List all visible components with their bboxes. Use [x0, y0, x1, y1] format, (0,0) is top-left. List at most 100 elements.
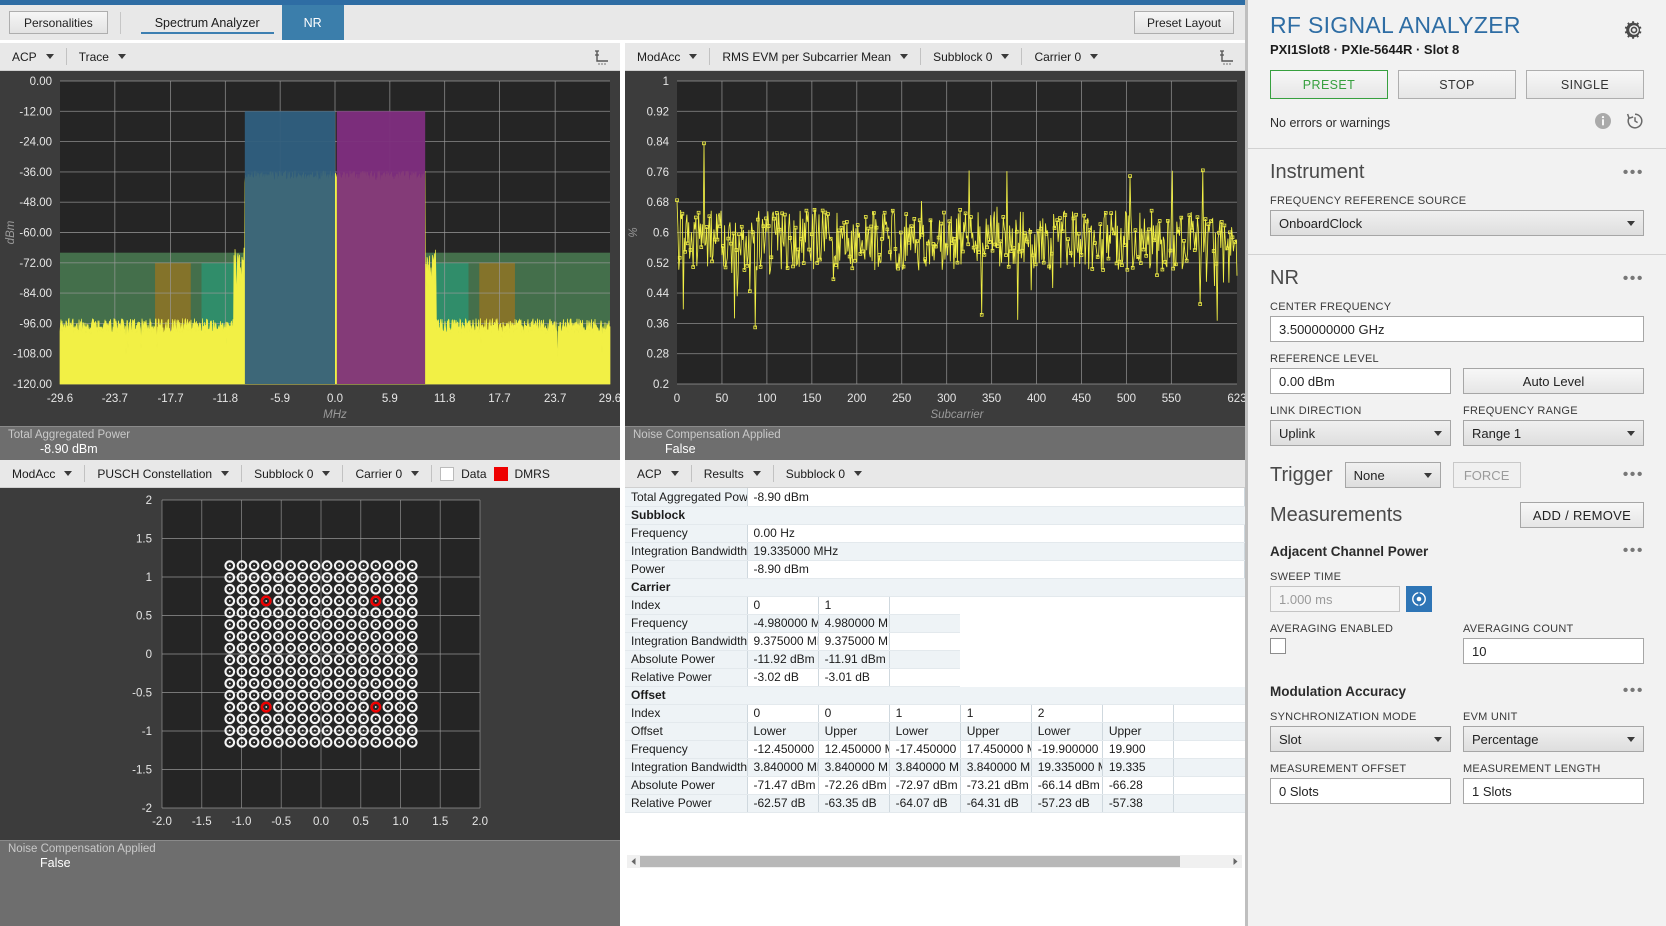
constellation-trace-select[interactable]: PUSCH Constellation: [85, 460, 241, 488]
add-remove-measurements-button[interactable]: ADD / REMOVE: [1520, 502, 1644, 528]
axis-tick-label: -0.5: [271, 816, 291, 828]
preset-button[interactable]: PRESET: [1270, 70, 1388, 99]
acp-more-icon[interactable]: •••: [1623, 542, 1644, 560]
axis-tick-label: -0.5: [132, 688, 152, 700]
axis-tick-label: 0.28: [647, 349, 669, 361]
averaging-enabled-checkbox[interactable]: [1270, 638, 1286, 654]
frequency-range-select[interactable]: Range 1: [1463, 420, 1644, 446]
table-row-label: Offset: [625, 722, 748, 741]
table-cell: -73.21 dBm: [960, 776, 1032, 795]
single-button[interactable]: SINGLE: [1526, 70, 1644, 99]
averaging-count-input[interactable]: 10: [1463, 638, 1644, 664]
table-cell-filler: [1173, 776, 1245, 795]
synchronization-mode-select[interactable]: Slot: [1270, 726, 1451, 752]
transport-buttons: PRESET STOP SINGLE: [1270, 70, 1644, 99]
axis-tick-label: 1.5: [136, 534, 152, 546]
evm-unit-select[interactable]: Percentage: [1463, 726, 1644, 752]
graph-settings-icon[interactable]: [1217, 47, 1237, 67]
center-frequency-input[interactable]: 3.500000000 GHz: [1270, 316, 1644, 342]
table-row: Relative Power -3.02 dB -3.01 dB: [625, 668, 1245, 687]
spectrum-toolbar: ACP Trace: [0, 43, 620, 71]
table-section-label: Offset: [625, 686, 1245, 705]
table-row: Frequency-4.980000 MHz4.980000 MHz: [625, 614, 1245, 633]
graph-settings-icon[interactable]: [592, 47, 612, 67]
scroll-left-arrow[interactable]: [627, 855, 640, 868]
trigger-type-select[interactable]: None: [1344, 462, 1441, 488]
spectrum-trace-select[interactable]: Trace: [67, 43, 138, 71]
table-cell: Upper: [960, 722, 1032, 741]
spectrum-measurement-select[interactable]: ACP: [0, 43, 66, 71]
axis-tick-label: -11.8: [213, 393, 238, 405]
axis-tick-label: -48.00: [19, 197, 52, 209]
table-row: Total Aggregated Power -8.90 dBm: [625, 488, 1245, 507]
constellation-measurement-select[interactable]: ModAcc: [0, 460, 84, 488]
table-row: Frequency 0.00 Hz: [625, 524, 1245, 543]
chevron-down-icon: [1627, 736, 1635, 742]
axis-tick-label: -60.00: [19, 228, 52, 240]
chevron-down-icon: [1434, 736, 1442, 742]
constellation-subblock-select[interactable]: Subblock 0: [242, 460, 342, 488]
instrument-more-icon[interactable]: •••: [1623, 164, 1644, 182]
nr-section-header: NR •••: [1270, 267, 1644, 290]
constellation-footer: Noise Compensation Applied False: [0, 840, 620, 926]
sweep-time-auto-icon[interactable]: [1406, 586, 1432, 612]
trigger-more-icon[interactable]: •••: [1623, 466, 1644, 484]
table-cell: 0.00 Hz: [747, 524, 1245, 543]
constellation-carrier-select[interactable]: Carrier 0: [343, 460, 431, 488]
table-row: Power -8.90 dBm: [625, 560, 1245, 579]
axis-tick-label: 150: [802, 393, 821, 405]
table-cell-filler: [889, 650, 961, 669]
table-cell: 9.375000 MHz: [818, 632, 890, 651]
sweep-time-input[interactable]: 1.000 ms: [1270, 586, 1400, 612]
measurement-offset-input[interactable]: 0 Slots: [1270, 778, 1451, 804]
gear-icon[interactable]: [1624, 20, 1644, 45]
modacc-heading: Modulation Accuracy: [1270, 683, 1407, 699]
table-row-label: Relative Power: [625, 794, 748, 813]
table-cell: 17.450000 MHz: [960, 740, 1032, 759]
spectrum-graph[interactable]: 0.00 -12.00 -24.00 -36.00 -48.00 -60.00 -72.00…: [0, 71, 620, 426]
axis-tick-label: -5.9: [270, 393, 290, 405]
axis-tick-label: 350: [982, 393, 1001, 405]
table-cell: -64.31 dB: [960, 794, 1032, 813]
scrollbar-thumb[interactable]: [640, 856, 1180, 867]
stop-button[interactable]: STOP: [1398, 70, 1516, 99]
auto-level-button[interactable]: Auto Level: [1463, 368, 1644, 394]
table-cell: 1: [818, 596, 890, 615]
legend-swatch-data: [440, 466, 455, 481]
personalities-button[interactable]: Personalities: [9, 11, 108, 34]
modacc-more-icon[interactable]: •••: [1623, 682, 1644, 700]
reference-level-input[interactable]: 0.00 dBm: [1270, 368, 1451, 394]
nr-more-icon[interactable]: •••: [1623, 270, 1644, 288]
evm-carrier-select[interactable]: Carrier 0: [1022, 43, 1110, 71]
scroll-right-arrow[interactable]: [1229, 855, 1242, 868]
toolbar-divider: [119, 11, 121, 34]
table-row: Integration Bandwidth 19.335000 MHz: [625, 542, 1245, 561]
table-row: Integration Bandwidth9.375000 MHz9.37500…: [625, 632, 1245, 651]
info-icon[interactable]: [1594, 112, 1612, 135]
evm-subblock-select[interactable]: Subblock 0: [921, 43, 1021, 71]
preset-layout-button[interactable]: Preset Layout: [1133, 11, 1234, 34]
evm-measurement-select[interactable]: ModAcc: [625, 43, 709, 71]
tab-spectrum-analyzer[interactable]: Spectrum Analyzer: [133, 5, 282, 40]
table-cell: 4.980000 MHz: [818, 614, 890, 633]
link-direction-select[interactable]: Uplink: [1270, 420, 1451, 446]
axis-tick-label: 0.36: [647, 318, 669, 330]
results-view-select[interactable]: Results: [692, 460, 773, 488]
results-horizontal-scrollbar[interactable]: [627, 855, 1242, 868]
table-cell: Lower: [889, 722, 961, 741]
results-view-label: Results: [703, 466, 744, 481]
constellation-graph[interactable]: 2 1.5 1 0.5 0 -0.5 -1 -1.5 -2 -2.0 -1.5 -1.0 -0.5 0.0…: [0, 488, 620, 840]
reference-level-label: REFERENCE LEVEL: [1270, 353, 1379, 365]
frequency-reference-source-select[interactable]: OnboardClock: [1270, 210, 1644, 236]
force-trigger-button[interactable]: FORCE: [1452, 462, 1521, 488]
measurement-length-input[interactable]: 1 Slots: [1463, 778, 1644, 804]
history-icon[interactable]: [1626, 112, 1644, 135]
section-divider: [1248, 254, 1666, 255]
evm-trace-select[interactable]: RMS EVM per Subcarrier Mean: [710, 43, 920, 71]
axis-tick-label: -36.00: [19, 167, 52, 179]
axis-tick-label: -29.6: [47, 393, 73, 405]
tab-nr[interactable]: NR: [281, 5, 344, 40]
results-subblock-select[interactable]: Subblock 0: [774, 460, 874, 488]
evm-graph[interactable]: 1 0.92 0.84 0.76 0.68 0.6 0.52 0.44 0.36 0.28 0.2 0…: [625, 71, 1245, 426]
results-measurement-select[interactable]: ACP: [625, 460, 691, 488]
